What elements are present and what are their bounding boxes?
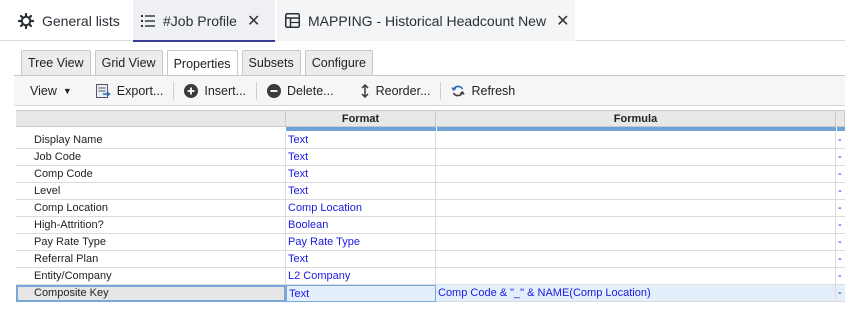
tab-subsets[interactable]: Subsets [241,50,301,75]
formula-cell[interactable]: Comp Code & "_" & NAME(Comp Location) [436,285,836,302]
format-cell[interactable]: Text [286,132,436,149]
table-row[interactable]: Pay Rate Type Pay Rate Type - [16,234,845,251]
formula-cell[interactable] [436,268,836,285]
extra-cell[interactable]: - [836,166,845,183]
format-cell[interactable]: Text [286,183,436,200]
plus-circle-icon [184,83,199,98]
view-label: View [30,83,57,98]
format-cell[interactable]: Pay Rate Type [286,234,436,251]
format-cell[interactable]: L2 Company [286,268,436,285]
table-row[interactable]: Comp Code Text - [16,166,845,183]
formula-cell[interactable] [436,251,836,268]
tab-tree-view[interactable]: Tree View [21,50,91,75]
extra-cell[interactable]: - [836,251,845,268]
chevron-down-icon: ▼ [62,85,72,96]
toolbar-divider [173,81,175,100]
refresh-label: Refresh [471,83,516,98]
export-button[interactable]: Export... [95,76,164,106]
extra-cell[interactable]: - [836,200,845,217]
tab-configure[interactable]: Configure [304,50,373,75]
doc-tab-job-profile[interactable]: #Job Profile ✕ [133,0,275,42]
row-name-cell: Entity/Company [16,268,286,285]
table-row[interactable]: Entity/Company L2 Company - [16,268,845,285]
format-cell[interactable]: Text [286,149,436,166]
formula-cell[interactable] [436,183,836,200]
table-row[interactable]: Referral Plan Text - [16,251,845,268]
format-cell[interactable]: Comp Location [286,200,436,217]
formula-cell[interactable] [436,234,836,251]
extra-cell[interactable]: - [836,268,845,285]
row-name-cell: Referral Plan [16,251,286,268]
export-icon [95,83,111,98]
doc-tab-general-lists[interactable]: General lists [10,0,130,41]
row-name-cell: Display Name [16,132,286,149]
properties-grid: Format Formula Display Name Text - Job C… [16,110,845,305]
table-row[interactable]: High-Attrition? Boolean - [16,217,845,234]
header-extra [836,111,845,127]
gear-icon [18,12,34,29]
minus-circle-icon [267,83,282,98]
extra-cell[interactable]: - [836,285,845,302]
reorder-icon [360,83,370,98]
close-icon[interactable]: ✕ [556,11,569,31]
table-row[interactable]: Display Name Text - [16,132,845,149]
close-icon[interactable]: ✕ [247,11,260,31]
tab-grid-view[interactable]: Grid View [94,50,163,75]
row-name-cell: Composite Key [16,285,286,302]
format-cell[interactable]: Text [286,285,436,302]
extra-cell[interactable]: - [836,132,845,149]
extra-cell[interactable]: - [836,217,845,234]
grid-icon [285,13,300,28]
extra-column-accent [837,127,845,131]
format-cell[interactable]: Boolean [286,217,436,234]
header-formula[interactable]: Formula [436,111,836,127]
list-icon [141,14,155,27]
table-row-selected[interactable]: Composite Key Text Comp Code & "_" & NAM… [16,285,845,302]
tab-properties[interactable]: Properties [166,50,238,76]
toolbar: View ▼ Export... Insert... Delete... Reo… [14,76,845,106]
view-tabs: Tree View Grid View Properties Subsets C… [21,50,373,76]
delete-label: Delete... [287,83,334,98]
format-column-accent [286,127,436,131]
doc-tab-mapping[interactable]: MAPPING - Historical Headcount New ✕ [277,0,575,41]
formula-column-accent [437,127,836,131]
formula-cell[interactable] [436,217,836,234]
extra-cell[interactable]: - [836,149,845,166]
formula-cell[interactable] [436,200,836,217]
doc-tab-label: #Job Profile [163,12,237,29]
table-row[interactable]: Level Text - [16,183,845,200]
row-name-cell: Level [16,183,286,200]
doc-tab-label: MAPPING - Historical Headcount New [308,12,547,29]
row-name-cell: Comp Code [16,166,286,183]
extra-cell[interactable]: - [836,183,845,200]
format-cell[interactable]: Text [286,251,436,268]
row-name-cell: Comp Location [16,200,286,217]
reorder-label: Reorder... [375,83,431,98]
header-format[interactable]: Format [286,111,436,127]
row-name-cell: High-Attrition? [16,217,286,234]
grid-header-row: Format Formula [16,111,845,127]
refresh-icon [451,84,466,98]
insert-label: Insert... [204,83,247,98]
doc-tab-label: General lists [42,12,120,29]
refresh-button[interactable]: Refresh [451,76,515,106]
export-label: Export... [116,83,164,98]
row-name-cell: Job Code [16,149,286,166]
delete-button[interactable]: Delete... [267,76,334,106]
format-cell[interactable]: Text [286,166,436,183]
view-menu-button[interactable]: View ▼ [30,76,72,106]
row-name-cell: Pay Rate Type [16,234,286,251]
insert-button[interactable]: Insert... [184,76,246,106]
header-corner [16,111,286,127]
formula-cell[interactable] [436,149,836,166]
table-row[interactable]: Comp Location Comp Location - [16,200,845,217]
reorder-button[interactable]: Reorder... [360,76,431,106]
formula-cell[interactable] [436,166,836,183]
extra-cell[interactable]: - [836,234,845,251]
toolbar-divider [256,81,258,100]
document-tab-bar: General lists #Job Profile ✕ MAPPING - H… [0,0,845,42]
formula-cell[interactable] [436,132,836,149]
table-row[interactable]: Job Code Text - [16,149,845,166]
toolbar-divider [440,81,442,100]
